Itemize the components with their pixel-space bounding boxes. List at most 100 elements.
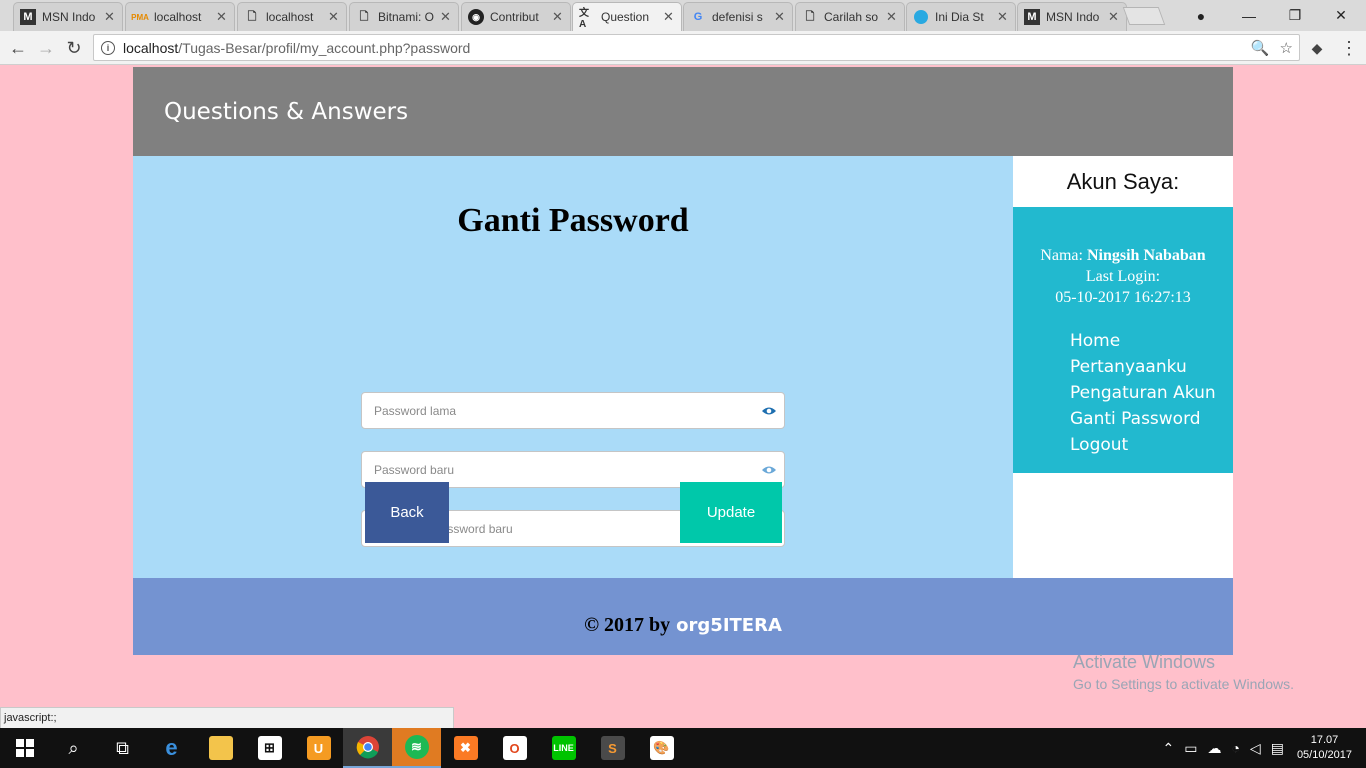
- close-tab-icon[interactable]: ✕: [1108, 9, 1120, 25]
- browser-tab[interactable]: 🗋 localhost ✕: [237, 2, 347, 31]
- chrome-icon[interactable]: [343, 728, 392, 768]
- forward-arrow-icon[interactable]: →: [34, 36, 58, 60]
- file-explorer-icon[interactable]: [196, 728, 245, 768]
- update-button[interactable]: Update: [680, 482, 782, 543]
- clock-date: 05/10/2017: [1296, 749, 1352, 761]
- sublime-text-icon[interactable]: S: [588, 728, 637, 768]
- document-icon: 🗋: [805, 10, 815, 23]
- profile-icon[interactable]: ●: [1178, 0, 1224, 31]
- translate-icon: 文A: [579, 8, 589, 30]
- change-password-panel: Ganti Password Back Update: [133, 156, 1013, 578]
- office-icon[interactable]: O: [490, 728, 539, 768]
- show-password-eye-icon[interactable]: [754, 396, 784, 426]
- paint-icon[interactable]: 🎨: [637, 728, 686, 768]
- bookmark-star-icon[interactable]: ☆: [1280, 39, 1293, 57]
- tab-title: localhost: [154, 10, 202, 24]
- tab-title: Bitnami: O: [378, 10, 435, 24]
- uc-browser-icon[interactable]: U: [294, 728, 343, 768]
- browser-tab[interactable]: 🗋 Bitnami: O ✕: [349, 2, 459, 31]
- tab-title: MSN Indo: [42, 10, 96, 24]
- phpmyadmin-icon: PMA: [131, 12, 149, 22]
- restore-icon[interactable]: ❐: [1272, 0, 1318, 31]
- document-icon: 🗋: [247, 10, 257, 23]
- search-icon[interactable]: ⌕: [49, 728, 98, 768]
- browser-tab[interactable]: ◉ Contribut ✕: [461, 2, 571, 31]
- address-bar[interactable]: i localhost/Tugas-Besar/profil/my_accoun…: [93, 34, 1300, 61]
- google-icon: G: [693, 11, 703, 23]
- close-tab-icon[interactable]: ✕: [104, 9, 116, 25]
- nav-item-logout[interactable]: Logout: [1070, 432, 1233, 458]
- windows-taskbar: ⌕ ⧉ e ⊞ U ≋ ✖ O LINE S 🎨 ⌃ ▭ ☁ ◔ ◁ ▤ 17.…: [0, 728, 1366, 768]
- user-name: Ningsih Nababan: [1086, 247, 1206, 264]
- tab-title: MSN Indo: [1046, 10, 1100, 24]
- line-icon[interactable]: LINE: [539, 728, 588, 768]
- store-icon[interactable]: ⊞: [245, 728, 294, 768]
- account-box: Nama: Ningsih Nababan Last Login: 05-10-…: [1013, 207, 1233, 473]
- nav-item-pertanyaanku[interactable]: Pertanyaanku: [1070, 354, 1233, 380]
- wifi-icon[interactable]: ◔: [1231, 740, 1239, 756]
- zoom-icon[interactable]: 🔍: [1251, 39, 1270, 57]
- close-tab-icon[interactable]: ✕: [328, 9, 340, 25]
- site-container: Questions & Answers Ganti Password Back …: [133, 67, 1233, 655]
- browser-tab[interactable]: 🗋 Carilah so ✕: [795, 2, 905, 31]
- info-icon[interactable]: i: [101, 40, 115, 55]
- activate-windows-watermark: Activate Windows Go to Settings to activ…: [1073, 652, 1294, 692]
- blue-circle-icon: [913, 9, 929, 25]
- msn-icon: M: [20, 9, 36, 25]
- onedrive-icon[interactable]: ☁: [1207, 740, 1221, 757]
- xampp-icon[interactable]: ✖: [441, 728, 490, 768]
- nav-item-pengaturan-akun[interactable]: Pengaturan Akun: [1070, 380, 1233, 406]
- nav-item-home[interactable]: Home: [1070, 328, 1233, 354]
- close-tab-icon[interactable]: ✕: [997, 9, 1009, 25]
- browser-tab[interactable]: M MSN Indo ✕: [13, 2, 123, 31]
- browser-tab[interactable]: Ini Dia St ✕: [906, 2, 1016, 31]
- spotify-icon[interactable]: ≋: [392, 728, 441, 768]
- activate-title: Activate Windows: [1073, 652, 1216, 672]
- account-info: Nama: Ningsih Nababan Last Login: 05-10-…: [1013, 245, 1233, 308]
- site-title[interactable]: Questions & Answers: [164, 99, 408, 125]
- edge-icon[interactable]: e: [147, 728, 196, 768]
- volume-icon[interactable]: ◁: [1250, 740, 1261, 757]
- nav-item-ganti-password[interactable]: Ganti Password: [1070, 406, 1233, 432]
- close-tab-icon[interactable]: ✕: [663, 9, 675, 25]
- close-tab-icon[interactable]: ✕: [886, 9, 898, 25]
- browser-tab-active[interactable]: 文A Question ✕: [572, 2, 682, 31]
- close-tab-icon[interactable]: ✕: [216, 9, 228, 25]
- browser-tab[interactable]: G defenisi s ✕: [683, 2, 793, 31]
- notification-icon[interactable]: ▤: [1271, 740, 1284, 757]
- close-tab-icon[interactable]: ✕: [552, 9, 564, 25]
- clock[interactable]: 17.07 05/10/2017: [1297, 733, 1352, 763]
- browser-toolbar: ← → ↻ i localhost/Tugas-Besar/profil/my_…: [0, 31, 1366, 65]
- page-title: Ganti Password: [457, 202, 689, 239]
- task-view-icon[interactable]: ⧉: [98, 728, 147, 768]
- clock-time: 17.07: [1310, 734, 1339, 746]
- browser-tab[interactable]: M MSN Indo ✕: [1017, 2, 1127, 31]
- browser-status-bar: javascript:;: [0, 707, 454, 729]
- old-password-field[interactable]: [361, 392, 785, 429]
- menu-icon[interactable]: ⋮: [1337, 36, 1361, 60]
- browser-tab[interactable]: PMA localhost ✕: [125, 2, 235, 31]
- windows-start-icon[interactable]: [0, 728, 49, 768]
- url-path: /Tugas-Besar/profil/my_account.php?passw…: [178, 39, 471, 56]
- show-password-eye-icon[interactable]: [754, 455, 784, 485]
- footer-copyright: © 2017 by: [584, 614, 671, 636]
- tab-title: defenisi s: [712, 10, 763, 24]
- new-password-input[interactable]: [374, 462, 754, 477]
- msn-icon: M: [1024, 9, 1040, 25]
- tab-title: Carilah so: [824, 10, 879, 24]
- system-tray: ⌃ ▭ ☁ ◔ ◁ ▤ 17.07 05/10/2017: [1157, 728, 1366, 768]
- account-sidebar: Akun Saya: Nama: Ningsih Nababan Last Lo…: [1013, 156, 1233, 578]
- reload-icon[interactable]: ↻: [62, 36, 86, 60]
- close-tab-icon[interactable]: ✕: [774, 9, 786, 25]
- extension-icon[interactable]: ◆: [1305, 36, 1329, 60]
- new-tab-button[interactable]: [1122, 7, 1166, 25]
- close-tab-icon[interactable]: ✕: [440, 9, 452, 25]
- main-row: Ganti Password Back Update Akun Saya: Na…: [133, 156, 1233, 578]
- back-arrow-icon[interactable]: ←: [6, 36, 30, 60]
- old-password-input[interactable]: [374, 403, 754, 418]
- battery-icon[interactable]: ▭: [1184, 740, 1197, 757]
- minimize-icon[interactable]: —: [1226, 0, 1272, 31]
- close-window-icon[interactable]: ✕: [1318, 0, 1364, 31]
- back-button[interactable]: Back: [365, 482, 449, 543]
- chevron-up-icon[interactable]: ⌃: [1162, 740, 1174, 757]
